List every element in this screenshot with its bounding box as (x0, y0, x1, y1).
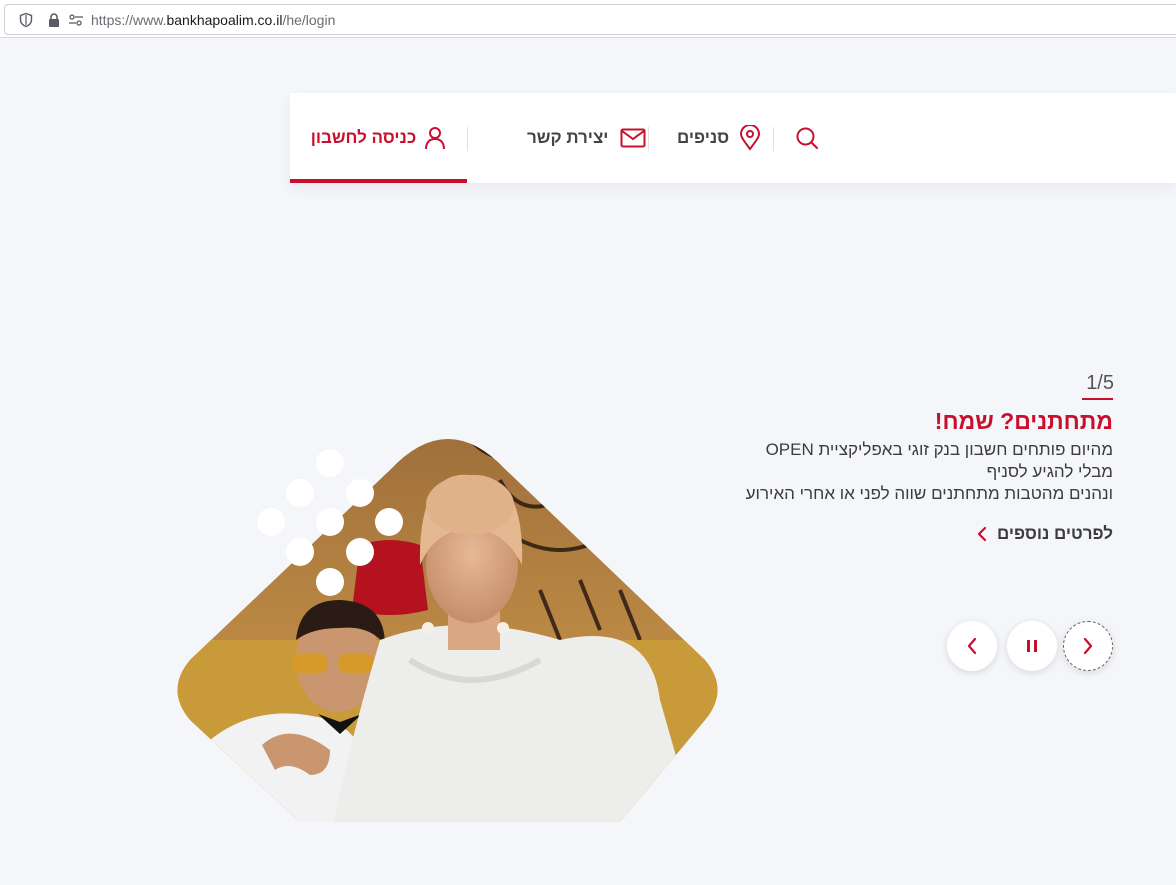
address-bar[interactable]: https://www.bankhapoalim.co.il/he/login (4, 4, 1176, 35)
url-prefix: https://www. (91, 12, 167, 28)
active-tab-indicator (290, 179, 467, 183)
hero-description-line: ונהנים מהטבות מתחתנים שווה לפני או אחרי … (745, 484, 1113, 503)
chevron-left-icon (967, 637, 977, 655)
contact-nav-item[interactable]: יצירת קשר (527, 93, 646, 183)
branches-label: סניפים (677, 128, 730, 147)
user-icon (425, 127, 446, 150)
shield-icon[interactable] (18, 12, 34, 28)
login-nav-item[interactable]: כניסה לחשבון (290, 93, 467, 183)
chevron-left-icon (977, 526, 987, 542)
more-details-link[interactable]: לפרטים נוספים (977, 524, 1113, 544)
site-settings-icon[interactable] (68, 12, 84, 28)
chevron-right-icon (1083, 637, 1093, 655)
nav-divider (467, 127, 468, 151)
nav-divider (648, 127, 649, 151)
slide-counter: 1/5 (1086, 372, 1114, 394)
hero-title: מתחתנים? שמח! (934, 408, 1113, 434)
pause-button[interactable] (1007, 621, 1057, 671)
url-text[interactable]: https://www.bankhapoalim.co.il/he/login (91, 12, 335, 28)
url-path: /he/login (282, 12, 336, 28)
url-domain: bankhapoalim.co.il (166, 12, 283, 28)
previous-slide-button[interactable] (947, 621, 997, 671)
next-slide-button[interactable] (1063, 621, 1113, 671)
location-pin-icon (740, 125, 761, 151)
login-label: כניסה לחשבון (310, 128, 417, 147)
search-icon (796, 127, 818, 149)
hero-description-line: מהיום פותחים חשבון בנק זוגי באפליקציית O… (765, 440, 1113, 459)
slide-counter-underline (1082, 398, 1113, 400)
contact-label: יצירת קשר (527, 128, 609, 147)
top-strip (290, 39, 1176, 93)
decorative-dots (257, 449, 403, 596)
branches-nav-item[interactable]: סניפים (677, 93, 761, 183)
hero-description-line: מבלי להגיע לסניף (986, 462, 1113, 481)
pause-icon (1027, 640, 1037, 652)
browser-toolbar: https://www.bankhapoalim.co.il/he/login (0, 0, 1176, 38)
search-button[interactable] (795, 93, 819, 183)
lock-icon[interactable] (46, 12, 62, 28)
main-navbar: כניסה לחשבון יצירת קשר סניפים (290, 93, 1176, 183)
more-details-label: לפרטים נוספים (997, 524, 1113, 543)
envelope-icon (620, 128, 646, 148)
nav-divider (773, 127, 774, 151)
